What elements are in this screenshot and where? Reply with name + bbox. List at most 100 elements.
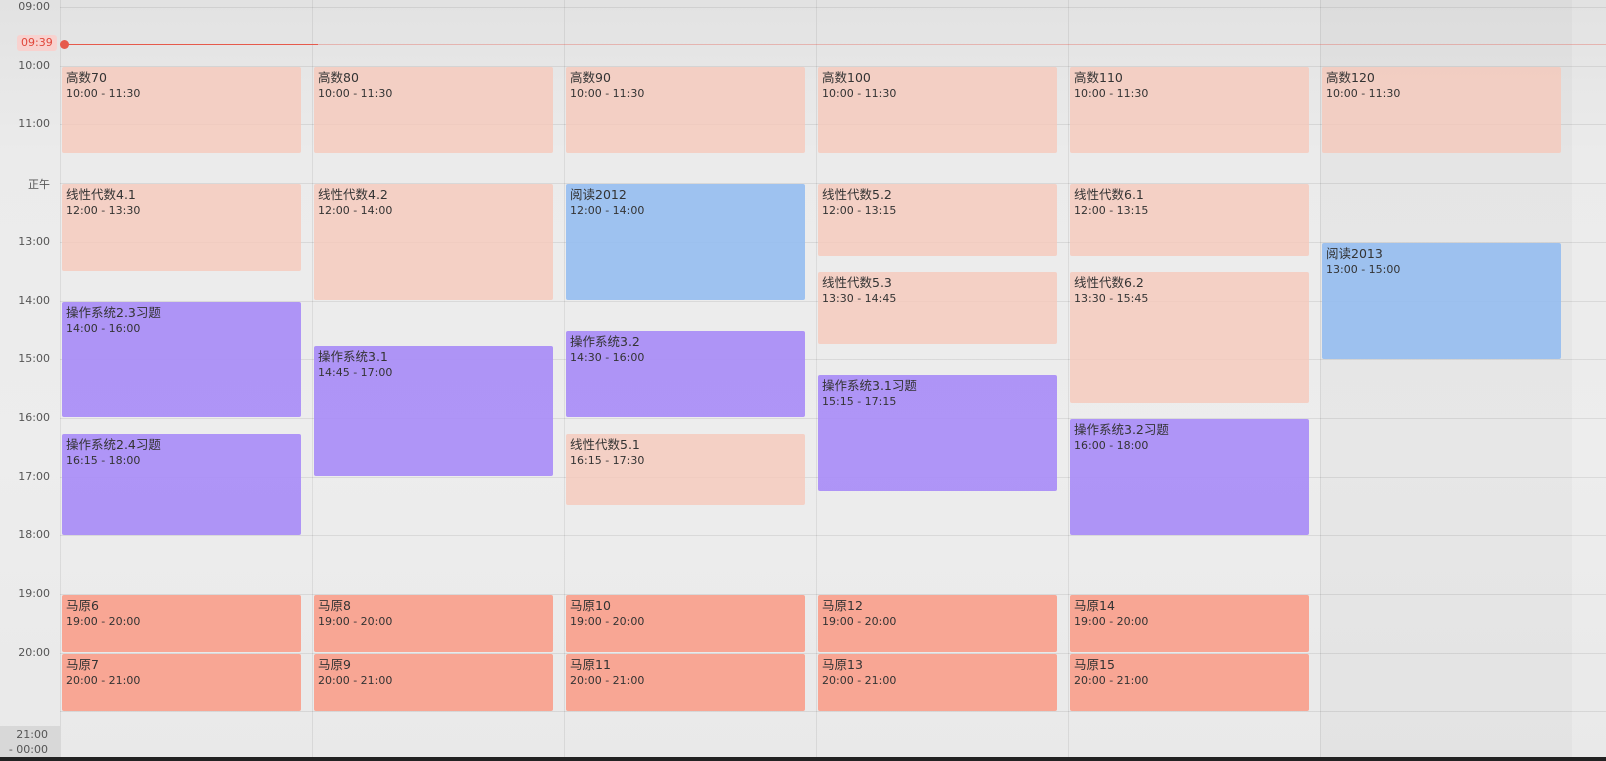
event-title: 阅读2013 — [1326, 245, 1383, 261]
column-divider — [312, 0, 313, 761]
event-time: 19:00 - 20:00 — [570, 615, 645, 628]
calendar-event[interactable]: 高数80 10:00 - 11:30 — [314, 66, 553, 154]
event-title: 线性代数4.1 — [66, 187, 136, 203]
calendar-event[interactable]: 马原8 19:00 - 20:00 — [314, 595, 553, 653]
event-title: 马原14 — [1074, 598, 1115, 613]
event-time: 12:00 - 14:00 — [570, 204, 645, 218]
overnight-range: 21:00 - 00:00 — [0, 726, 60, 761]
week-calendar-view: 21:00 - 00:00 09:00 10:00 11:00 正午 13:00 14:0… — [0, 0, 1606, 761]
event-title: 线性代数5.2 — [822, 187, 892, 203]
current-time-dot — [60, 40, 69, 49]
calendar-event[interactable]: 马原10 19:00 - 20:00 — [566, 595, 805, 653]
calendar-event[interactable]: 马原12 19:00 - 20:00 — [818, 595, 1057, 653]
event-time: 10:00 - 11:30 — [822, 86, 897, 100]
event-time: 19:00 - 20:00 — [822, 615, 897, 628]
calendar-event[interactable]: 高数70 10:00 - 11:30 — [62, 66, 301, 154]
calendar-event[interactable]: 操作系统3.2习题 16:00 - 18:00 — [1070, 418, 1309, 535]
calendar-event[interactable]: 马原15 20:00 - 21:00 — [1070, 653, 1309, 711]
event-title: 马原15 — [1074, 656, 1115, 672]
calendar-event[interactable]: 马原6 19:00 - 20:00 — [62, 595, 301, 653]
calendar-event[interactable]: 操作系统3.1习题 15:15 - 17:15 — [818, 374, 1057, 491]
event-time: 20:00 - 21:00 — [822, 673, 897, 687]
calendar-event[interactable]: 操作系统3.2 14:30 - 16:00 — [566, 330, 805, 418]
time-label: 10:00 — [18, 58, 50, 72]
calendar-event[interactable]: 马原13 20:00 - 21:00 — [818, 653, 1057, 711]
event-title: 马原10 — [570, 598, 611, 613]
calendar-event[interactable]: 操作系统2.3习题 14:00 - 16:00 — [62, 301, 301, 418]
event-title: 高数80 — [318, 69, 359, 85]
event-time: 10:00 - 11:30 — [318, 86, 393, 100]
time-label: 14:00 — [18, 293, 50, 307]
event-title: 线性代数6.2 — [1074, 275, 1144, 291]
event-time: 19:00 - 20:00 — [1074, 615, 1149, 628]
time-label: 17:00 — [18, 469, 50, 483]
event-time: 14:30 - 16:00 — [570, 350, 645, 364]
calendar-event[interactable]: 高数110 10:00 - 11:30 — [1070, 66, 1309, 154]
event-title: 线性代数5.3 — [822, 275, 892, 291]
event-time: 19:00 - 20:00 — [318, 615, 393, 628]
time-gutter: 21:00 - 00:00 09:00 10:00 11:00 正午 13:00 14:0… — [0, 0, 60, 761]
calendar-event[interactable]: 线性代数6.2 13:30 - 15:45 — [1070, 272, 1309, 403]
event-time: 12:00 - 14:00 — [318, 204, 393, 218]
current-time-line — [66, 44, 318, 45]
event-time: 13:00 - 15:00 — [1326, 262, 1401, 276]
event-time: 12:00 - 13:30 — [66, 204, 141, 218]
event-title: 马原6 — [66, 598, 99, 613]
event-time: 16:15 - 17:30 — [570, 453, 645, 467]
calendar-event[interactable]: 线性代数5.2 12:00 - 13:15 — [818, 184, 1057, 256]
time-label: 13:00 — [18, 234, 50, 248]
event-time: 14:45 - 17:00 — [318, 365, 393, 379]
event-time: 14:00 - 16:00 — [66, 321, 141, 335]
event-time: 10:00 - 11:30 — [570, 86, 645, 100]
calendar-event[interactable]: 线性代数6.1 12:00 - 13:15 — [1070, 184, 1309, 256]
event-time: 13:30 - 14:45 — [822, 292, 897, 306]
calendar-event[interactable]: 阅读2012 12:00 - 14:00 — [566, 184, 805, 300]
calendar-event[interactable]: 高数90 10:00 - 11:30 — [566, 66, 805, 154]
event-time: 16:15 - 18:00 — [66, 453, 141, 467]
event-title: 操作系统3.1习题 — [822, 377, 917, 393]
event-title: 操作系统3.2 — [570, 333, 640, 349]
calendar-event[interactable]: 高数120 10:00 - 11:30 — [1322, 66, 1561, 154]
calendar-event[interactable]: 高数100 10:00 - 11:30 — [818, 66, 1057, 154]
window-bottom-edge — [0, 757, 1606, 761]
calendar-event[interactable]: 马原11 20:00 - 21:00 — [566, 653, 805, 711]
time-label: 09:00 — [18, 0, 50, 13]
calendar-event[interactable]: 线性代数5.1 16:15 - 17:30 — [566, 433, 805, 506]
calendar-event[interactable]: 线性代数4.2 12:00 - 14:00 — [314, 184, 553, 300]
overnight-range-start: 21:00 — [16, 728, 48, 741]
current-time-badge: 09:39 — [17, 35, 57, 51]
event-title: 线性代数4.2 — [318, 187, 388, 203]
event-title: 高数110 — [1074, 69, 1123, 85]
calendar-event[interactable]: 线性代数5.3 13:30 - 14:45 — [818, 272, 1057, 345]
event-title: 操作系统3.2习题 — [1074, 421, 1169, 437]
event-title: 马原12 — [822, 598, 863, 613]
event-time: 20:00 - 21:00 — [318, 673, 393, 687]
time-label: 15:00 — [18, 352, 50, 366]
event-title: 操作系统2.3习题 — [66, 304, 161, 320]
event-title: 马原7 — [66, 656, 99, 672]
calendar-event[interactable]: 线性代数4.1 12:00 - 13:30 — [62, 184, 301, 271]
column-divider — [1068, 0, 1069, 761]
calendar-event[interactable]: 马原9 20:00 - 21:00 — [314, 653, 553, 711]
calendar-event[interactable]: 马原14 19:00 - 20:00 — [1070, 595, 1309, 653]
event-title: 线性代数6.1 — [1074, 187, 1144, 203]
calendar-event[interactable]: 马原7 20:00 - 21:00 — [62, 653, 301, 711]
calendar-event[interactable]: 阅读2013 13:00 - 15:00 — [1322, 242, 1561, 359]
event-time: 20:00 - 21:00 — [1074, 673, 1149, 687]
event-time: 20:00 - 21:00 — [570, 673, 645, 687]
event-time: 10:00 - 11:30 — [1326, 86, 1401, 100]
event-time: 12:00 - 13:15 — [822, 204, 897, 218]
calendar-event[interactable]: 操作系统2.4习题 16:15 - 18:00 — [62, 433, 301, 535]
column-divider — [1320, 0, 1321, 761]
event-title: 马原8 — [318, 598, 351, 613]
event-title: 高数120 — [1326, 69, 1375, 85]
time-label: 16:00 — [18, 410, 50, 424]
event-time: 20:00 - 21:00 — [66, 673, 141, 687]
calendar-event[interactable]: 操作系统3.1 14:45 - 17:00 — [314, 345, 553, 477]
event-title: 高数100 — [822, 69, 871, 85]
event-title: 马原11 — [570, 656, 611, 672]
event-time: 16:00 - 18:00 — [1074, 438, 1149, 452]
column-divider — [564, 0, 565, 761]
event-title: 马原9 — [318, 656, 351, 672]
event-title: 线性代数5.1 — [570, 436, 640, 452]
